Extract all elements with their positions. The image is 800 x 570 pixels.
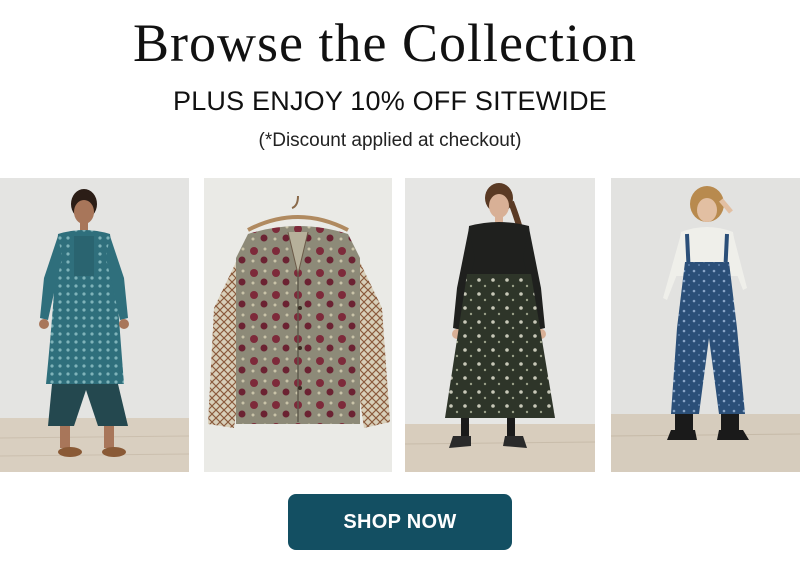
product-image-dress[interactable] xyxy=(405,178,595,472)
promo-text: PLUS ENJOY 10% OFF SITEWIDE xyxy=(173,86,607,116)
product-image-shirt[interactable] xyxy=(204,178,392,472)
model-overalls-illustration xyxy=(611,178,800,472)
model-tunic-illustration xyxy=(0,178,189,472)
shirt-on-hanger-illustration xyxy=(204,178,392,472)
product-image-tunic[interactable] xyxy=(0,178,189,472)
model-dress-illustration xyxy=(405,178,595,472)
discount-note: (*Discount applied at checkout) xyxy=(258,130,522,151)
shop-now-button[interactable]: SHOP NOW xyxy=(288,494,512,550)
product-image-overalls[interactable] xyxy=(611,178,800,472)
page-title: Browse the Collection xyxy=(133,13,637,73)
